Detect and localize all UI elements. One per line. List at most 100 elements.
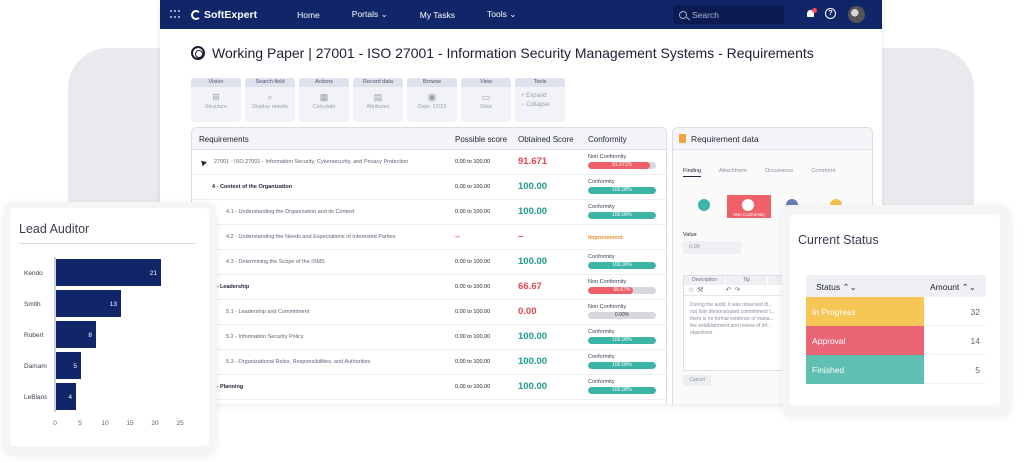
star-icon[interactable]: ☆ <box>688 287 697 294</box>
conformity-cell: Non Conformity 0.00% <box>588 304 656 319</box>
status-table-header: Status ⌃⌄ Amount ⌃⌄ <box>806 275 986 297</box>
toolbar-button-label: Data <box>480 104 492 110</box>
conformity-progress-bar: 100.00% <box>588 187 656 194</box>
status-row[interactable]: Approval 14 <box>806 326 986 355</box>
toolbar-button-label: Attributes <box>366 104 390 110</box>
help-icon[interactable]: ? <box>825 8 836 19</box>
requirement-name: 6 - Planning <box>212 384 244 390</box>
expand-triangle-icon[interactable] <box>199 158 207 167</box>
requirement-data-tabs: Finding Attachment Occurrence Comment <box>683 168 835 177</box>
search-input[interactable]: Search <box>673 5 784 24</box>
cancel-button[interactable]: Cancel <box>683 375 711 386</box>
toolbar-group-label: Browse <box>407 78 457 87</box>
status-rows: In Progress 32 Approval 14 Finished 5 <box>806 297 986 384</box>
possible-score: 0.00 to 100.00 <box>455 159 491 165</box>
editor-tab-tip[interactable]: Tip <box>726 276 768 285</box>
column-conformity[interactable]: Conformity <box>588 135 627 144</box>
requirement-row[interactable]: 5 - Leadership 0.00 to 100.00 66.67 Non Con… <box>192 275 666 300</box>
notification-bell-icon[interactable] <box>806 8 817 19</box>
requirement-name: 5.3 - Organizational Roles, Responsibili… <box>226 359 371 365</box>
conformity-cell: Conformity 100.00% <box>588 204 656 219</box>
toolbar-button[interactable]: ▦ Calculate <box>299 87 349 110</box>
requirement-row[interactable]: 4.2 - Understanding the Needs and Expect… <box>192 225 666 250</box>
top-navigation-bar: SoftExpert Home Portals ⌄ My Tasks Tools… <box>160 0 882 29</box>
toolbar-group-label: Search field <box>245 78 295 87</box>
obtained-score: 100.00 <box>518 356 548 367</box>
scale-option-conformity[interactable] <box>683 195 727 218</box>
conformity-progress-bar: 100.00% <box>588 212 656 219</box>
toolbar-group-label: Record data <box>353 78 403 87</box>
requirement-row[interactable]: 5.2 - Information Security Policy 0.00 to… <box>192 325 666 350</box>
column-obtained-score[interactable]: Obtained Score <box>518 135 574 144</box>
magic-wand-icon[interactable]: ⚒ <box>697 287 706 294</box>
column-requirements[interactable]: Requirements <box>199 135 249 144</box>
conformity-progress-bar: 66.67% <box>588 287 656 294</box>
nav-home[interactable]: Home <box>297 10 320 20</box>
bar[interactable] <box>56 259 161 286</box>
status-row[interactable]: In Progress 32 <box>806 297 986 326</box>
nav-my-tasks[interactable]: My Tasks <box>420 10 455 20</box>
tab-finding[interactable]: Finding <box>683 168 702 177</box>
x-tick-label: 20 <box>151 420 159 427</box>
obtained-score: 100.00 <box>518 206 548 217</box>
conformity-cell: Non Conformity 91.671% <box>588 154 656 169</box>
category-label: LeBlanc <box>24 394 48 401</box>
requirement-row[interactable]: 6 - Planning 0.00 to 100.00 100.00 Conformi… <box>192 375 666 400</box>
obtained-score: 66.67 <box>518 281 542 292</box>
toolbar: Vision ⊞ Structure Search field ⌕ Display res… <box>191 78 565 122</box>
requirement-row[interactable]: 27001 - ISO 27001 - Information Security… <box>192 150 666 175</box>
requirement-row[interactable]: 4 - Context of the Organization 0.00 to 1… <box>192 175 666 200</box>
toolbar-button[interactable]: ▤ Attributes <box>353 87 403 110</box>
app-grid-icon[interactable] <box>170 10 182 19</box>
conformity-cell: Conformity 100.00% <box>588 379 656 394</box>
toolbar-button[interactable]: ▣ Date: 12/13 <box>407 87 457 110</box>
redo-icon[interactable]: ↷ <box>734 287 743 294</box>
data-icon: ▭ <box>481 92 491 102</box>
requirement-row[interactable]: 5.1 - Leadership and Commitment 0.00 to 1… <box>192 300 666 325</box>
current-status-card: Current Status Status ⌃⌄ Amount ⌃⌄ In Pr… <box>782 205 1011 415</box>
toolbar-group: View ▭ Data <box>461 78 511 122</box>
requirements-table: Requirements Possible score Obtained Sco… <box>191 127 667 404</box>
column-status[interactable]: Status ⌃⌄ <box>816 282 857 293</box>
green-dot-icon <box>698 199 710 211</box>
toolbar-group-label: Tools <box>515 78 565 87</box>
conformity-percent: 100.00% <box>612 187 632 193</box>
user-avatar[interactable] <box>848 6 865 23</box>
column-amount[interactable]: Amount ⌃⌄ <box>930 282 976 293</box>
bar[interactable] <box>56 352 81 379</box>
scale-option-non-conformity[interactable]: Non Conformity <box>727 195 771 218</box>
category-label: Kendo <box>24 270 43 277</box>
conformity-cell: Non Conformity 66.67% <box>588 279 656 294</box>
calendar-icon: ▣ <box>427 92 437 102</box>
requirement-row[interactable]: 4.3 - Determining the Scope of the ISMS 0… <box>192 250 666 275</box>
toolbar-button-label: Display results <box>252 104 288 110</box>
tab-attachment[interactable]: Attachment <box>719 168 747 177</box>
bar[interactable] <box>56 383 76 410</box>
toolbar-button[interactable]: ▭ Data <box>461 87 511 110</box>
column-possible-score[interactable]: Possible score <box>455 135 507 144</box>
requirements-table-header: Requirements Possible score Obtained Sco… <box>192 128 666 150</box>
tab-comment[interactable]: Comment <box>811 168 835 177</box>
status-row[interactable]: Finished 5 <box>806 355 986 384</box>
toolbar-button[interactable]: ⊞ Structure <box>191 87 241 110</box>
value-label: Value <box>683 232 697 238</box>
search-results-icon: ⌕ <box>267 92 273 102</box>
requirement-row[interactable]: 4.1 - Understanding the Organization and… <box>192 200 666 225</box>
editor-tab-description[interactable]: Description <box>684 276 726 285</box>
expand-collapse-buttons[interactable]: + Expand − Collapse <box>515 87 565 110</box>
nav-portals[interactable]: Portals ⌄ <box>352 9 388 20</box>
conformity-percent: 0.00% <box>614 312 630 318</box>
x-tick-label: 25 <box>176 420 184 427</box>
nav-tools[interactable]: Tools ⌄ <box>487 9 516 20</box>
toolbar-button[interactable]: ⌕ Display results <box>245 87 295 110</box>
conformity-percent: 100.00% <box>612 362 632 368</box>
conformity-status: Conformity <box>588 354 615 360</box>
search-icon <box>679 10 687 19</box>
value-field[interactable]: 0.00 <box>683 241 741 254</box>
brand-logo[interactable]: SoftExpert <box>191 9 257 21</box>
requirement-row[interactable]: 5.3 - Organizational Roles, Responsibili… <box>192 350 666 375</box>
conformity-percent: 66.67% <box>613 287 631 293</box>
obtained-score: 0.00 <box>518 306 537 317</box>
tab-occurrence[interactable]: Occurrence <box>765 168 793 177</box>
conformity-status: Conformity <box>588 179 615 185</box>
